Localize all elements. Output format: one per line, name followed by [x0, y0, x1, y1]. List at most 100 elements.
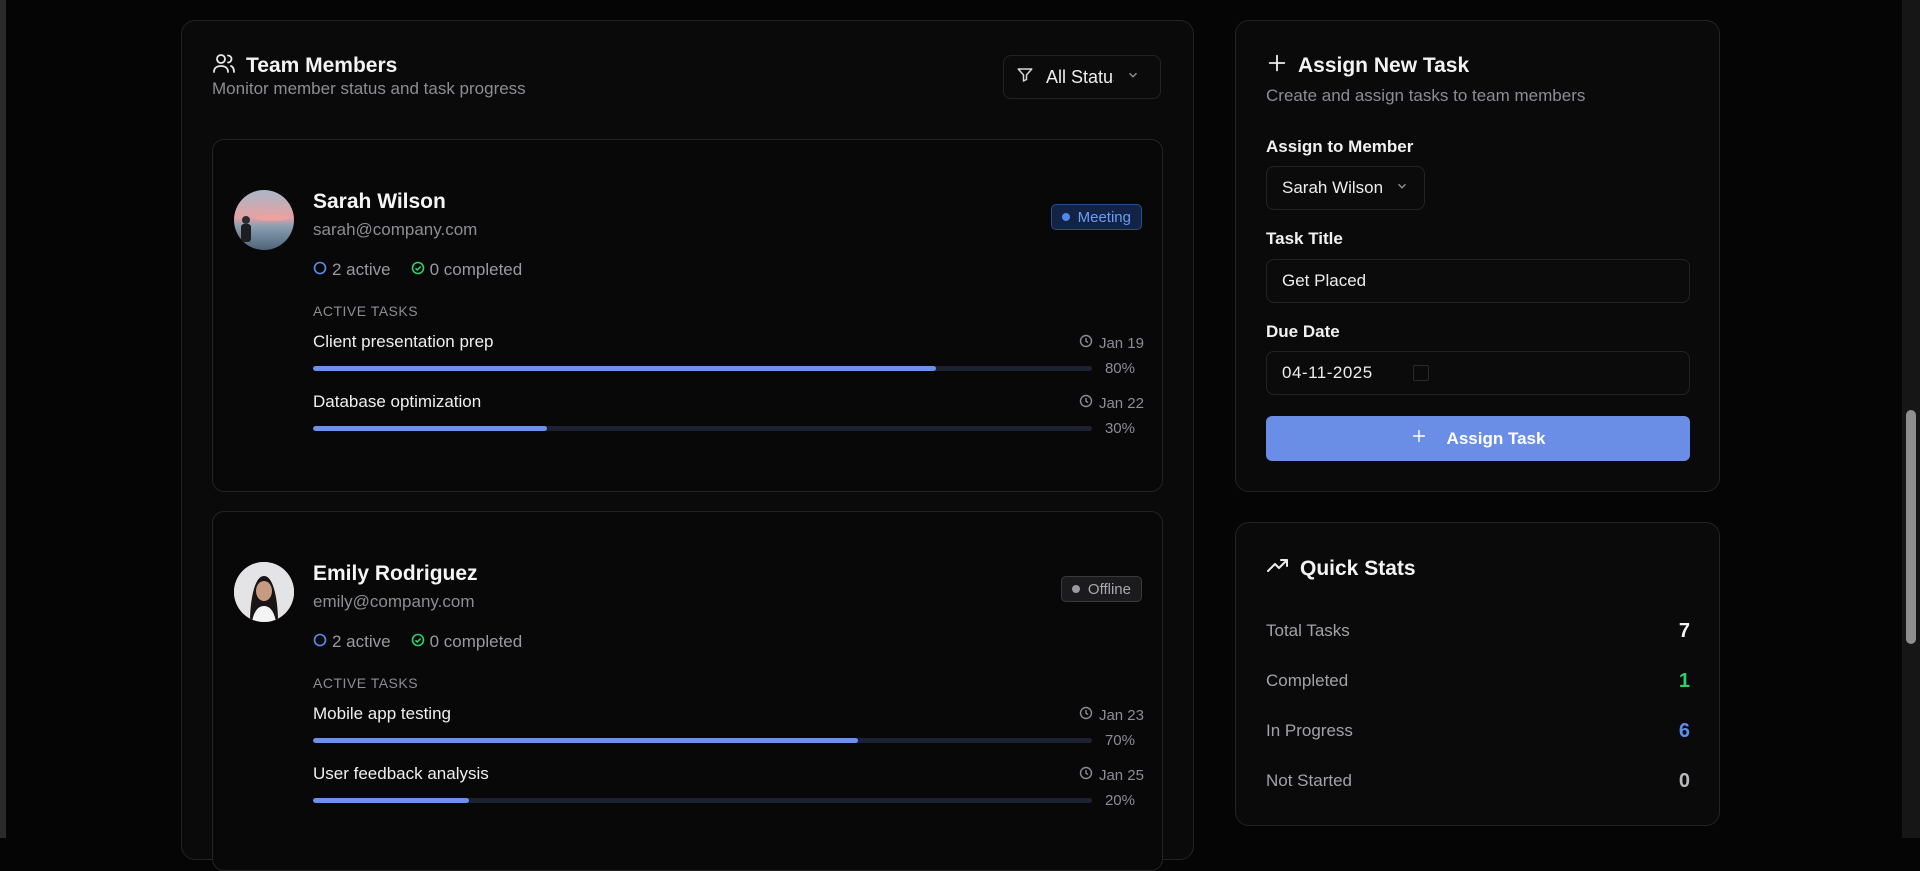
task-name: Client presentation prep: [313, 332, 494, 351]
stat-value: 7: [1678, 619, 1690, 642]
due-date-input[interactable]: 04-11-2025: [1266, 351, 1690, 395]
avatar: [234, 190, 294, 250]
progress-fill: [313, 426, 547, 431]
member-name: Emily Rodriguez: [313, 562, 478, 585]
trending-up-icon: [1266, 554, 1290, 583]
task-item[interactable]: Mobile app testing Jan 23 70%: [313, 704, 1144, 754]
task-title-input[interactable]: Get Placed: [1266, 259, 1690, 303]
task-due: Jan 22: [1079, 394, 1144, 412]
circle-icon: [313, 260, 327, 280]
completed-count-label: 0 completed: [429, 632, 523, 651]
assign-subtitle: Create and assign tasks to team members: [1266, 86, 1586, 105]
task-counts: 2 active 0 completed: [313, 260, 522, 280]
assign-member-label: Assign to Member: [1266, 137, 1414, 156]
stat-label: Total Tasks: [1266, 621, 1350, 640]
stat-value: 1: [1678, 669, 1690, 692]
team-members-panel: Team Members Monitor member status and t…: [181, 20, 1194, 871]
task-counts: 2 active 0 completed: [313, 632, 522, 652]
active-tasks-label: ACTIVE TASKS: [313, 675, 419, 691]
progress-percent: 80%: [1104, 360, 1135, 377]
progress-percent: 20%: [1104, 792, 1135, 809]
window-edge: [0, 0, 6, 838]
calendar-icon[interactable]: [1412, 365, 1429, 381]
stat-row-in-progress: In Progress 6: [1266, 718, 1690, 744]
task-due: Jan 19: [1079, 334, 1144, 352]
status-badge: Offline: [1060, 576, 1142, 602]
chevron-down-icon: [1126, 68, 1140, 87]
filter-icon: [1016, 66, 1034, 89]
stat-value: 0: [1678, 769, 1690, 792]
active-count: 2 active: [313, 632, 391, 652]
active-count: 2 active: [313, 260, 391, 280]
member-name: Sarah Wilson: [313, 190, 446, 213]
assign-title: Assign New Task: [1298, 53, 1470, 77]
stat-value: 6: [1678, 719, 1690, 742]
stat-row-total: Total Tasks 7: [1266, 618, 1690, 644]
team-title: Team Members: [246, 53, 398, 77]
assign-task-label: Assign Task: [1446, 428, 1546, 448]
clock-icon: [1079, 766, 1093, 784]
stats-header: Quick Stats: [1266, 554, 1416, 583]
circle-icon: [313, 632, 327, 652]
task-due-date: Jan 22: [1098, 394, 1144, 412]
progress-fill: [313, 366, 937, 371]
chevron-down-icon: [1395, 178, 1409, 198]
active-tasks-label: ACTIVE TASKS: [313, 303, 419, 319]
team-header: Team Members: [212, 51, 397, 80]
status-filter-dropdown[interactable]: All Status: [1003, 55, 1161, 99]
avatar: [234, 562, 294, 622]
task-item[interactable]: Client presentation prep Jan 19 80%: [313, 332, 1144, 382]
member-card: Emily Rodriguez emily@company.com Offlin…: [212, 511, 1163, 871]
active-count-label: 2 active: [332, 632, 391, 651]
task-item[interactable]: User feedback analysis Jan 25 20%: [313, 764, 1144, 814]
member-email: emily@company.com: [313, 592, 475, 611]
filter-value: All Status: [1046, 66, 1114, 87]
users-icon: [212, 51, 236, 80]
progress-percent: 30%: [1104, 420, 1135, 437]
completed-count-label: 0 completed: [429, 260, 523, 279]
progress-track: [313, 366, 1092, 371]
check-circle-icon: [411, 632, 425, 652]
page-scrollbar[interactable]: [1902, 0, 1920, 838]
task-title-label: Task Title: [1266, 229, 1343, 248]
task-due-date: Jan 19: [1098, 334, 1144, 352]
progress-percent: 70%: [1104, 732, 1135, 749]
check-circle-icon: [411, 260, 425, 280]
due-date-label: Due Date: [1266, 322, 1340, 341]
active-count-label: 2 active: [332, 260, 391, 279]
due-date-value: 04-11-2025: [1282, 363, 1373, 382]
assign-member-select[interactable]: Sarah Wilson: [1266, 166, 1426, 210]
task-title-value: Get Placed: [1282, 271, 1367, 290]
completed-count: 0 completed: [411, 260, 523, 280]
stat-label: In Progress: [1266, 721, 1353, 740]
plus-icon: [1411, 428, 1427, 449]
progress-track: [313, 426, 1092, 431]
stat-row-not-started: Not Started 0: [1266, 768, 1690, 794]
stat-label: Not Started: [1266, 771, 1352, 790]
clock-icon: [1079, 394, 1093, 412]
task-name: Database optimization: [313, 392, 482, 411]
progress-track: [313, 738, 1092, 743]
stats-title: Quick Stats: [1300, 556, 1416, 580]
progress-track: [313, 798, 1092, 803]
task-due-date: Jan 25: [1098, 766, 1144, 784]
clock-icon: [1079, 706, 1093, 724]
progress-fill: [313, 798, 469, 803]
completed-count: 0 completed: [411, 632, 523, 652]
task-item[interactable]: Database optimization Jan 22 30%: [313, 392, 1144, 442]
stat-label: Completed: [1266, 671, 1349, 690]
status-label: Offline: [1087, 580, 1131, 598]
progress-fill: [313, 738, 859, 743]
member-card: Sarah Wilson sarah@company.com Meeting 2…: [212, 139, 1163, 492]
status-label: Meeting: [1077, 208, 1131, 226]
plus-icon: [1266, 52, 1288, 79]
scrollbar-thumb[interactable]: [1906, 410, 1916, 644]
team-subtitle: Monitor member status and task progress: [212, 79, 526, 98]
status-badge: Meeting: [1050, 204, 1142, 230]
assign-task-button[interactable]: Assign Task: [1266, 416, 1690, 461]
status-dot: [1061, 213, 1070, 221]
assign-header: Assign New Task: [1266, 52, 1469, 79]
selected-member: Sarah Wilson: [1282, 178, 1384, 197]
member-email: sarah@company.com: [313, 220, 478, 239]
clock-icon: [1079, 334, 1093, 352]
